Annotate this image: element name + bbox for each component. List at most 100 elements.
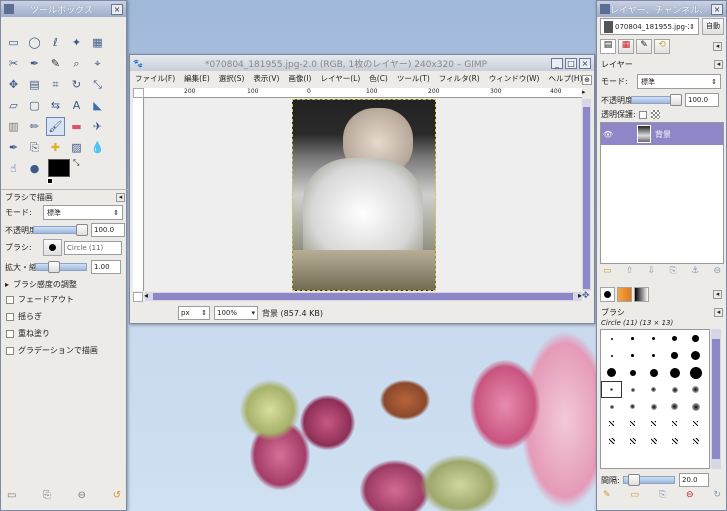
blend-tool-icon[interactable]: ▥ (4, 117, 23, 136)
scroll-thumb[interactable] (583, 107, 590, 289)
foreground-color-swatch[interactable] (48, 159, 70, 177)
delete-options-icon[interactable]: ⊖ (78, 490, 86, 501)
brush-cell[interactable] (622, 364, 643, 381)
rect-select-tool-icon[interactable]: ▭ (4, 33, 23, 52)
bucket-fill-tool-icon[interactable]: ◣ (88, 96, 107, 115)
layer-name[interactable]: 背景 (655, 129, 671, 140)
reset-options-icon[interactable]: ↺ (113, 490, 121, 501)
restore-options-icon[interactable]: ⎘ (43, 490, 51, 501)
tab-gradients[interactable] (634, 287, 649, 302)
brush-cell[interactable] (601, 415, 622, 432)
quickmask-right-icon[interactable]: ▸ (582, 88, 591, 98)
dock-menu-icon[interactable]: ◂ (713, 290, 722, 299)
perspective-clone-tool-icon[interactable]: ▨ (67, 138, 86, 157)
vertical-ruler[interactable] (133, 98, 144, 291)
paths-tool-icon[interactable]: ✒ (25, 54, 44, 73)
tab-layers[interactable]: ▤ (600, 39, 616, 54)
lock-alpha-checkbox[interactable] (638, 110, 647, 119)
incremental-option[interactable]: 重ね塗り (6, 328, 50, 339)
fade-option[interactable]: フェードアウト (6, 294, 74, 305)
gradient-option[interactable]: グラデーションで描画 (6, 345, 98, 356)
anchor-layer-icon[interactable]: ⚓ (691, 266, 699, 276)
brush-cell[interactable] (622, 381, 643, 398)
brush-cell[interactable] (664, 398, 685, 415)
gradient-checkbox[interactable] (6, 346, 14, 355)
horizontal-scrollbar[interactable]: ◂ ▸ (144, 291, 582, 301)
auto-button[interactable]: 自動 (702, 18, 724, 35)
image-canvas[interactable] (292, 99, 436, 291)
brush-cell[interactable] (664, 432, 685, 449)
tab-paths[interactable]: ✎ (636, 39, 652, 54)
duplicate-brush-icon[interactable]: ⎘ (659, 490, 666, 500)
color-picker-tool-icon[interactable]: ✎ (46, 54, 65, 73)
scale-tool-icon[interactable]: ⤡ (88, 75, 107, 94)
menu-item-1[interactable]: 編集(E) (184, 73, 210, 85)
text-tool-icon[interactable]: A (67, 96, 86, 115)
incremental-checkbox[interactable] (6, 329, 14, 338)
vertical-scrollbar[interactable] (582, 99, 591, 291)
dodge-burn-tool-icon[interactable]: ● (25, 159, 44, 178)
menu-item-2[interactable]: 選択(S) (219, 73, 245, 85)
menu-item-4[interactable]: 画像(I) (288, 73, 311, 85)
refresh-brushes-icon[interactable]: ↻ (713, 490, 721, 500)
eye-icon[interactable]: 👁 (601, 130, 615, 139)
mode-combo[interactable]: 標準 ⇕ (43, 205, 123, 220)
scroll-thumb[interactable] (153, 293, 573, 300)
zoom-combo[interactable]: 100% ▾ (214, 306, 258, 320)
brush-cell[interactable] (664, 330, 685, 347)
layer-mode-combo[interactable]: 標準 ⇕ (637, 74, 721, 89)
opacity-spin[interactable]: 100.0 (91, 223, 125, 237)
paintbrush-tool-icon[interactable]: 🖌 (46, 117, 65, 136)
edit-brush-icon[interactable]: ✎ (603, 490, 611, 500)
menu-item-5[interactable]: レイヤー(L) (320, 73, 360, 85)
image-combo[interactable]: 070804_181955.jpg-2 ⇕ (600, 18, 699, 35)
spacing-slider[interactable] (623, 474, 675, 486)
brush-cell[interactable] (643, 347, 664, 364)
brush-cell[interactable] (685, 398, 706, 415)
dock-titlebar[interactable]: レイヤー、チャンネル、... × (597, 1, 726, 17)
tab-undo[interactable]: ⟲ (654, 39, 670, 54)
raise-layer-icon[interactable]: ⇧ (626, 266, 634, 276)
menu-item-7[interactable]: ツール(T) (397, 73, 430, 85)
save-options-icon[interactable]: ▭ (7, 490, 16, 501)
close-button[interactable]: × (711, 3, 723, 15)
layer-opacity-slider[interactable] (631, 94, 682, 106)
brush-cell[interactable] (685, 432, 706, 449)
brush-cell[interactable] (601, 347, 622, 364)
perspective-tool-icon[interactable]: ▢ (25, 96, 44, 115)
quickmask-button[interactable] (133, 292, 143, 302)
unit-combo[interactable]: px ⇕ (178, 306, 210, 320)
spacing-spin[interactable]: 20.0 (679, 473, 709, 487)
brush-cell[interactable] (664, 415, 685, 432)
brush-cell[interactable] (643, 432, 664, 449)
jitter-option[interactable]: 揺らぎ (6, 311, 42, 322)
crop-tool-icon[interactable]: ⌗ (46, 75, 65, 94)
zoom-button[interactable]: ⊕ (582, 75, 592, 85)
new-brush-icon[interactable]: ▭ (630, 490, 639, 500)
flip-tool-icon[interactable]: ⇆ (46, 96, 65, 115)
panel-menu-icon[interactable]: ◂ (714, 60, 723, 69)
lower-layer-icon[interactable]: ⇩ (648, 266, 656, 276)
fade-checkbox[interactable] (6, 295, 14, 304)
menu-item-0[interactable]: ファイル(F) (135, 73, 175, 85)
window-menu-icon[interactable] (4, 4, 14, 14)
brush-cell[interactable] (643, 398, 664, 415)
airbrush-tool-icon[interactable]: ✈ (88, 117, 107, 136)
brush-cell[interactable] (601, 432, 622, 449)
jitter-checkbox[interactable] (6, 312, 14, 321)
pressure-expander[interactable]: ブラシ感度の調整 (13, 279, 77, 290)
brush-cell[interactable] (685, 364, 706, 381)
free-select-tool-icon[interactable]: ℓ (46, 33, 65, 52)
brush-cell[interactable] (622, 432, 643, 449)
maximize-button[interactable]: □ (565, 57, 577, 69)
align-tool-icon[interactable]: ▤ (25, 75, 44, 94)
rotate-tool-icon[interactable]: ↻ (67, 75, 86, 94)
scissors-select-tool-icon[interactable]: ✂ (4, 54, 23, 73)
expander-arrow-icon[interactable]: ▸ (5, 280, 9, 289)
blur-tool-icon[interactable]: 💧 (88, 138, 107, 157)
brush-cell[interactable] (664, 364, 685, 381)
fuzzy-select-tool-icon[interactable]: ✦ (67, 33, 86, 52)
canvas-area[interactable] (145, 99, 581, 291)
brush-cell[interactable] (601, 330, 622, 347)
scroll-thumb[interactable] (712, 339, 720, 459)
